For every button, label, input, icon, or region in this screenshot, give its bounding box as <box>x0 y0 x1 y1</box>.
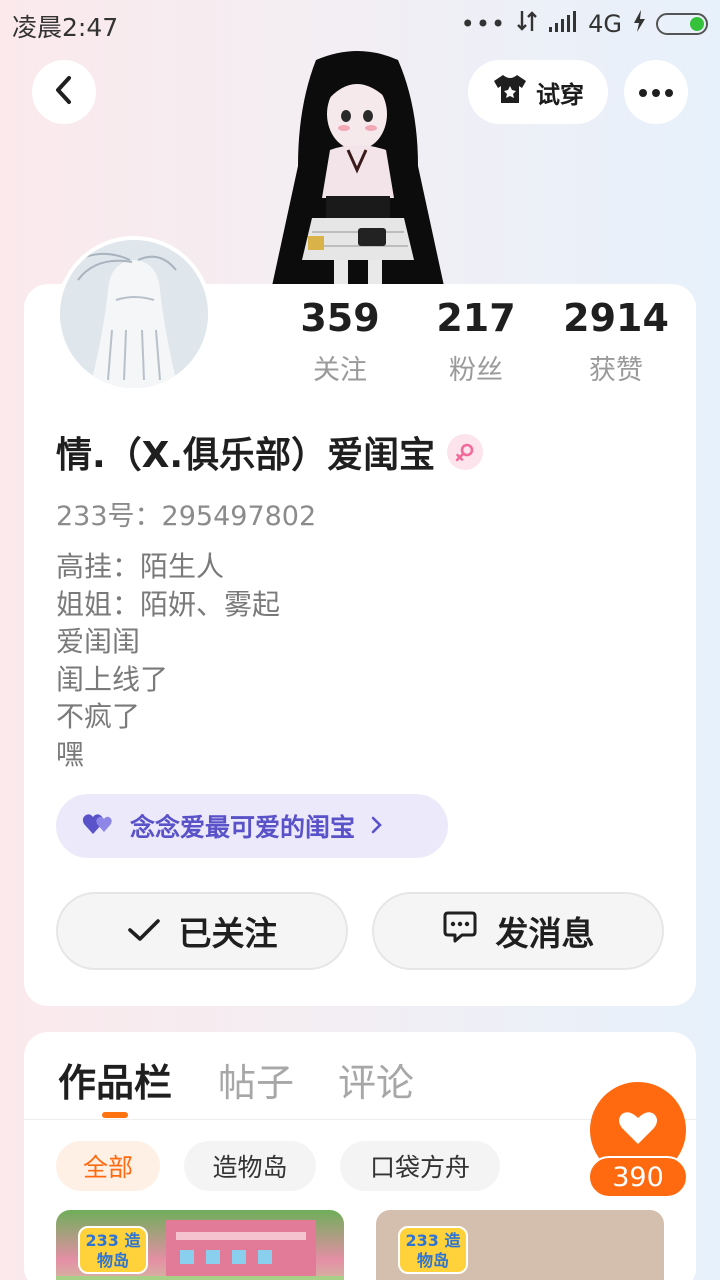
bio-line: 高挂：陌生人 <box>56 550 225 583</box>
chat-bubble-icon <box>442 910 478 952</box>
tab-posts[interactable]: 帖子 <box>218 1052 294 1107</box>
work-thumbnail[interactable]: 233 造物岛 <box>56 1210 344 1280</box>
user-id: 233号：295497802 <box>56 494 316 533</box>
more-dots-indicator: ••• <box>460 10 507 38</box>
avatar[interactable] <box>56 236 212 392</box>
bio-line: 不疯了 <box>56 700 141 733</box>
relationship-tag-text: 念念爱最可爱的闺宝 <box>130 813 356 842</box>
status-time: 凌晨2:47 <box>12 13 119 42</box>
data-transfer-icon <box>516 9 538 39</box>
charging-icon <box>632 9 646 39</box>
battery-icon <box>656 13 708 35</box>
user-id-value: 295497802 <box>161 501 317 532</box>
tab-comments[interactable]: 评论 <box>338 1052 414 1107</box>
check-icon <box>127 912 161 951</box>
stat-label: 获赞 <box>589 355 643 386</box>
more-button[interactable] <box>624 60 688 124</box>
stat-value: 2914 <box>563 296 669 340</box>
bio: 高挂：陌生人 姐姐：陌妍、雾起 爱闺闺 闺上线了 不疯了 嘿 <box>56 548 280 773</box>
tshirt-icon <box>492 73 528 111</box>
stat-value: 359 <box>300 296 380 340</box>
filter-chip-all[interactable]: 全部 <box>56 1141 160 1191</box>
relationship-tag[interactable]: 念念爱最可爱的闺宝 <box>56 794 448 858</box>
back-button[interactable] <box>32 60 96 124</box>
like-count: 390 <box>588 1156 688 1198</box>
try-on-label: 试穿 <box>536 80 584 109</box>
chevron-right-icon <box>369 812 383 841</box>
stat-likes[interactable]: 2914 获赞 <box>563 296 669 387</box>
tab-works[interactable]: 作品栏 <box>58 1052 172 1107</box>
message-button[interactable]: 发消息 <box>372 892 664 970</box>
work-thumbnail[interactable]: 233 造物岛 <box>376 1210 664 1280</box>
filter-chip-pocket-ark[interactable]: 口袋方舟 <box>340 1141 500 1191</box>
username-row: 情.（X.俱乐部）爱闺宝 <box>56 426 484 478</box>
username: 情.（X.俱乐部）爱闺宝 <box>56 435 436 476</box>
bio-line: 闺上线了 <box>56 662 169 696</box>
message-label: 发消息 <box>495 914 595 953</box>
signal-icon <box>548 9 578 39</box>
follow-label: 已关注 <box>178 914 278 953</box>
bio-line: 嘿 <box>56 737 85 771</box>
stat-value: 217 <box>436 296 516 340</box>
tab-indicator <box>102 1112 128 1118</box>
chevron-left-icon <box>52 75 76 109</box>
bio-line: 姐姐：陌妍、雾起 <box>56 587 281 621</box>
network-type: 4G <box>588 10 622 38</box>
more-dots-icon <box>638 83 674 102</box>
game-logo: 233 造物岛 <box>78 1226 148 1274</box>
stat-followers[interactable]: 217 粉丝 <box>436 296 516 387</box>
heart-icon <box>618 1110 658 1150</box>
stat-label: 关注 <box>313 355 367 386</box>
filter-chip-creation-island[interactable]: 造物岛 <box>184 1141 316 1191</box>
game-logo: 233 造物岛 <box>398 1226 468 1274</box>
status-bar: 凌晨2:47 ••• 4G <box>0 0 720 48</box>
follow-button[interactable]: 已关注 <box>56 892 348 970</box>
user-id-label: 233号： <box>56 501 162 532</box>
bio-line: 爱闺闺 <box>56 625 141 658</box>
avatar-character-illustration <box>268 46 448 286</box>
status-icons: ••• 4G <box>461 9 708 39</box>
stat-following[interactable]: 359 关注 <box>300 296 380 387</box>
hearts-icon <box>82 810 116 842</box>
stat-label: 粉丝 <box>449 355 503 386</box>
try-on-button[interactable]: 试穿 <box>468 60 608 124</box>
female-icon <box>447 434 484 470</box>
